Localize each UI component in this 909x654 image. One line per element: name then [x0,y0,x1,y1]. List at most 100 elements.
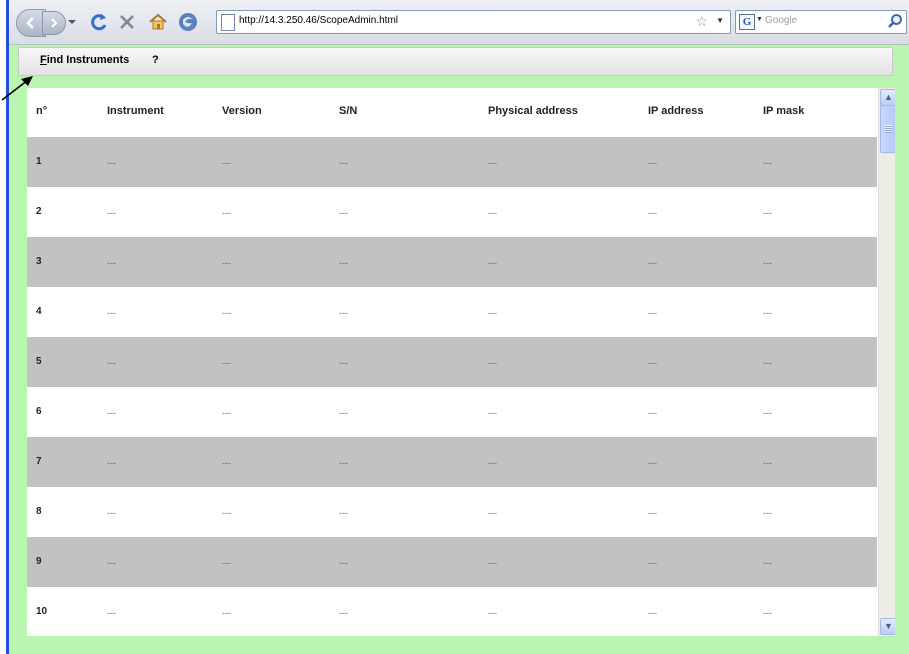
table-row[interactable]: 7 --- --- --- --- --- --- [27,437,877,487]
instrument-cell: --- [107,258,116,268]
table-row[interactable]: 8 --- --- --- --- --- --- [27,487,877,537]
serial-number-cell: --- [339,208,348,218]
version-cell: --- [222,408,231,418]
ip-mask-cell: --- [763,158,772,168]
scroll-up-icon[interactable]: ▲ [880,89,895,106]
bookmark-star-icon[interactable]: ☆ [695,13,708,30]
ip-address-cell: --- [648,158,657,168]
row-number: 9 [36,556,42,567]
chevron-down-icon[interactable]: ▼ [716,16,724,25]
close-icon [120,15,134,29]
chevron-down-icon[interactable]: ▼ [756,16,763,23]
serial-number-cell: --- [339,258,348,268]
row-number: 10 [36,606,48,617]
ip-address-cell: --- [648,358,657,368]
instrument-cell: --- [107,308,116,318]
table-row[interactable]: 5 --- --- --- --- --- --- [27,337,877,387]
table-header: n° Instrument Version S/N Physical addre… [27,88,877,136]
header-number: n° [36,105,48,117]
search-engine-icon[interactable]: G [739,14,755,30]
help-menu[interactable]: ? [152,54,159,66]
ip-mask-cell: --- [763,558,772,568]
search-input[interactable]: Google [765,15,797,26]
search-bar[interactable]: G ▼ Google [735,10,907,34]
chevron-down-icon [68,20,76,24]
table-row[interactable]: 1 --- --- --- --- --- --- [27,137,877,187]
table-row[interactable]: 9 --- --- --- --- --- --- [27,537,877,587]
table-row[interactable]: 10 --- --- --- --- --- --- [27,587,877,636]
physical-address-cell: --- [488,208,497,218]
page-content: Find Instruments ? n° Instrument Version… [9,45,909,654]
instrument-cell: --- [107,458,116,468]
ip-mask-cell: --- [763,458,772,468]
ip-address-cell: --- [648,508,657,518]
physical-address-cell: --- [488,408,497,418]
header-ip-address: IP address [648,105,704,117]
back-arrow-icon [26,17,34,29]
version-cell: --- [222,558,231,568]
vertical-scrollbar[interactable]: ▲ ▼ [878,88,895,636]
address-bar[interactable]: http://14.3.250.46/ScopeAdmin.html ☆ ▼ [216,10,731,34]
extension-button[interactable] [176,10,200,34]
row-number: 4 [36,306,42,317]
serial-number-cell: --- [339,458,348,468]
row-number: 6 [36,406,42,417]
ip-address-cell: --- [648,408,657,418]
version-cell: --- [222,308,231,318]
header-serial-number: S/N [339,105,358,117]
table-row[interactable]: 6 --- --- --- --- --- --- [27,387,877,437]
physical-address-cell: --- [488,258,497,268]
row-number: 7 [36,456,42,467]
table-row[interactable]: 4 --- --- --- --- --- --- [27,287,877,337]
scrollbar-thumb[interactable] [880,105,895,153]
instrument-cell: --- [107,358,116,368]
ip-address-cell: --- [648,458,657,468]
ip-address-cell: --- [648,258,657,268]
ip-mask-cell: --- [763,508,772,518]
reload-icon [91,14,107,31]
serial-number-cell: --- [339,158,348,168]
ip-address-cell: --- [648,208,657,218]
forward-button[interactable] [42,11,66,35]
search-icon[interactable] [887,13,903,29]
row-number: 2 [36,206,42,217]
instrument-cell: --- [107,558,116,568]
table-row[interactable]: 3 --- --- --- --- --- --- [27,237,877,287]
ip-mask-cell: --- [763,408,772,418]
physical-address-cell: --- [488,358,497,368]
table-row[interactable]: 2 --- --- --- --- --- --- [27,187,877,237]
reload-button[interactable] [88,10,110,34]
instrument-cell: --- [107,508,116,518]
extension-icon [179,13,197,31]
page-icon [221,14,235,31]
version-cell: --- [222,158,231,168]
row-number: 8 [36,506,42,517]
serial-number-cell: --- [339,608,348,618]
physical-address-cell: --- [488,458,497,468]
history-dropdown-button[interactable] [67,10,77,34]
version-cell: --- [222,208,231,218]
physical-address-cell: --- [488,308,497,318]
physical-address-cell: --- [488,508,497,518]
serial-number-cell: --- [339,358,348,368]
stop-button[interactable] [116,10,138,34]
pointer-arrow-icon [1,76,33,101]
row-number: 3 [36,256,42,267]
ip-address-cell: --- [648,608,657,618]
menu-bar: Find Instruments ? [18,47,893,76]
home-icon [149,13,167,30]
grip-icon [885,125,892,133]
row-number: 1 [36,156,42,167]
instrument-cell: --- [107,208,116,218]
instruments-panel: n° Instrument Version S/N Physical addre… [27,88,895,636]
physical-address-cell: --- [488,558,497,568]
instruments-table: n° Instrument Version S/N Physical addre… [27,88,877,636]
forward-arrow-icon [51,18,58,28]
serial-number-cell: --- [339,508,348,518]
serial-number-cell: --- [339,308,348,318]
serial-number-cell: --- [339,558,348,568]
home-button[interactable] [147,10,169,34]
find-instruments-menu[interactable]: Find Instruments [40,54,129,66]
scroll-down-icon[interactable]: ▼ [880,618,895,635]
instrument-cell: --- [107,158,116,168]
